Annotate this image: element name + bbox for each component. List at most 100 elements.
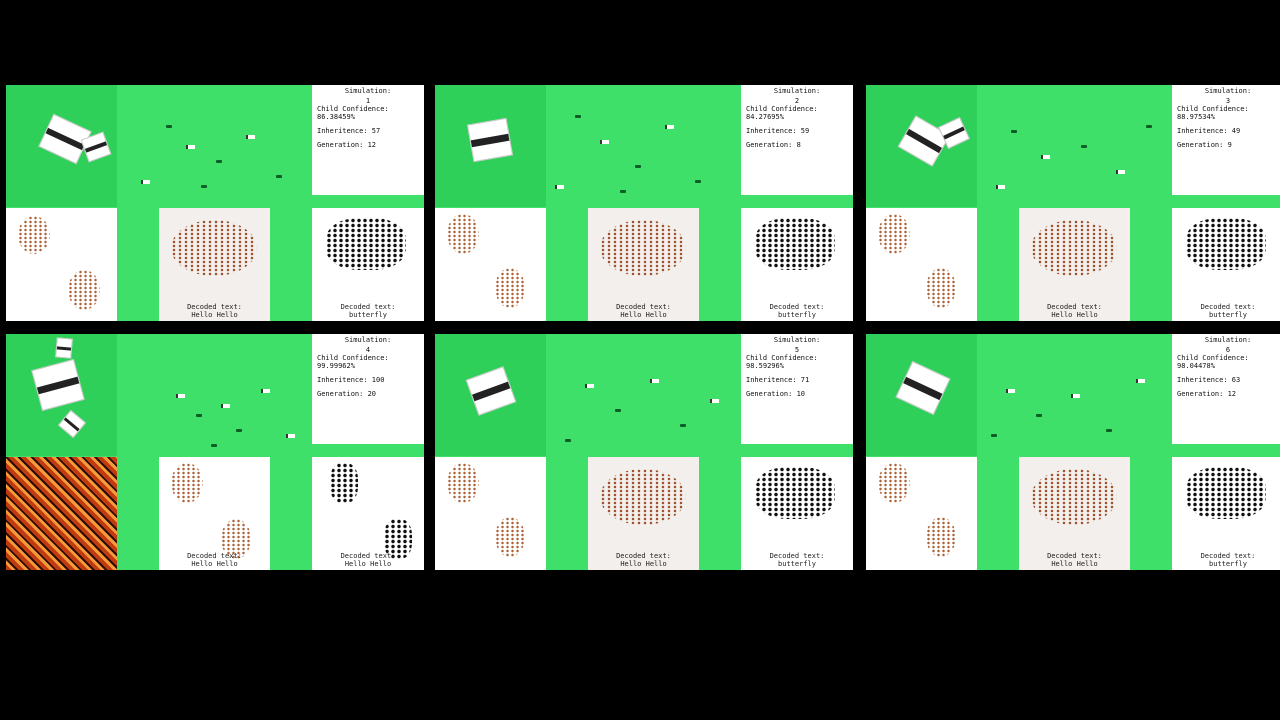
confidence-label: Child Confidence: [1177,105,1249,113]
pattern-blob [495,517,525,557]
inheritence: Inheritence: 49 [1177,127,1241,135]
pattern-spray [171,220,257,276]
pattern-dots [755,467,835,519]
simulation-panel-3: Simulation: 3 Child Confidence: 88.97534… [866,85,1280,321]
pattern-tile-left [866,457,977,570]
decoded-text: Decoded text: butterfly [741,303,853,319]
decoded-text: Decoded text: Hello Hello [1019,552,1130,568]
pattern-tile-center: Decoded text: Hello Hello [588,208,699,321]
pattern-blob [878,214,910,254]
simulation-scene [866,85,1172,207]
decoded-value: butterfly [349,311,387,319]
pattern-tile-right: Decoded text: butterfly [312,208,424,321]
confidence-label: Child Confidence: [746,354,818,362]
simulation-info: Simulation: 1 Child Confidence: 86.38459… [312,85,424,195]
decoded-value: Hello Hello [1051,311,1098,319]
pattern-dots [1186,467,1266,519]
agent [1146,125,1152,128]
decoded-text: Decoded text: Hello Hello [159,303,270,319]
agent [1136,379,1145,383]
agent [1116,170,1125,174]
pattern-tile-center: Decoded text: Hello Hello [1019,457,1130,570]
simulation-info: Simulation: 3 Child Confidence: 88.97534… [1172,85,1280,195]
generation: Generation: 8 [746,141,801,149]
agent [650,379,659,383]
pattern-dots [1186,218,1266,270]
decoded-text: Decoded text: butterfly [312,303,424,319]
simulation-info: Simulation: 5 Child Confidence: 98.59296… [741,334,853,444]
simulation-number: 5 [794,346,800,354]
confidence-value: 88.97534% [1177,113,1215,121]
pattern-spray [600,220,686,276]
inheritence: Inheritence: 100 [317,376,385,384]
agent [196,414,202,417]
agent [635,165,641,168]
agent [1071,394,1080,398]
simulation-scene [866,334,1172,456]
agent [211,444,217,447]
decoded-text: Decoded text: butterfly [1172,303,1280,319]
simulation-scene [435,334,741,456]
decoded-value: Hello Hello [620,560,667,568]
pattern-blob [447,463,479,503]
confidence-value: 84.27695% [746,113,784,121]
decoded-value: Hello Hello [191,560,238,568]
agent [585,384,594,388]
pattern-dots [330,463,358,503]
confidence-value: 99.99962% [317,362,355,370]
simulation-info: Simulation: 6 Child Confidence: 98.04478… [1172,334,1280,444]
agent [615,409,621,412]
pattern-spray [1031,220,1117,276]
agent [166,125,172,128]
pattern-tile-right: Decoded text: butterfly [1172,208,1280,321]
decoded-text: Decoded text: Hello Hello [588,303,699,319]
pattern-spray [1031,469,1117,525]
decoded-text: Decoded text: butterfly [741,552,853,568]
simulation-info: Simulation: 4 Child Confidence: 99.99962… [312,334,424,444]
simulation-panel-5: Simulation: 5 Child Confidence: 98.59296… [435,334,853,570]
pattern-blob [447,214,479,254]
confidence-label: Child Confidence: [1177,354,1249,362]
agent [261,389,270,393]
pattern-tile-left [6,457,117,570]
pattern-tile-left [435,208,546,321]
pattern-tile-center: Decoded text: Hello Hello [159,208,270,321]
inheritence: Inheritence: 71 [746,376,810,384]
agent [695,180,701,183]
generation: Generation: 12 [1177,390,1237,398]
agent [236,429,242,432]
agent [286,434,295,438]
inheritence: Inheritence: 63 [1177,376,1241,384]
simulation-label: Simulation: [344,87,392,95]
decoded-text: Decoded text: Hello Hello [588,552,699,568]
pattern-tile-center: Decoded text: Hello Hello [1019,208,1130,321]
confidence-value: 98.59296% [746,362,784,370]
agent [1011,130,1017,133]
simulation-scene [6,85,312,207]
agent [665,125,674,129]
simulation-number: 6 [1225,346,1231,354]
parent-sprite [467,117,513,163]
agent [620,190,626,193]
generation: Generation: 9 [1177,141,1232,149]
simulation-label: Simulation: [773,87,821,95]
pattern-tile-left [435,457,546,570]
agent [680,424,686,427]
agent [1106,429,1112,432]
pattern-dots [755,218,835,270]
simulation-label: Simulation: [1204,336,1252,344]
decoded-text: Decoded text: Hello Hello [159,552,270,568]
simulation-panel-1: Simulation: 1 Child Confidence: 86.38459… [6,85,424,321]
pattern-blob [878,463,910,503]
agent [201,185,207,188]
agent [246,135,255,139]
pattern-tile-left [6,208,117,321]
agent [141,180,150,184]
confidence-value: 98.04478% [1177,362,1215,370]
pattern-tile-right: Decoded text: Hello Hello [312,457,424,570]
decoded-value: butterfly [1209,311,1247,319]
agent [1006,389,1015,393]
confidence-label: Child Confidence: [317,105,389,113]
decoded-value: Hello Hello [191,311,238,319]
pattern-blob [18,216,50,254]
